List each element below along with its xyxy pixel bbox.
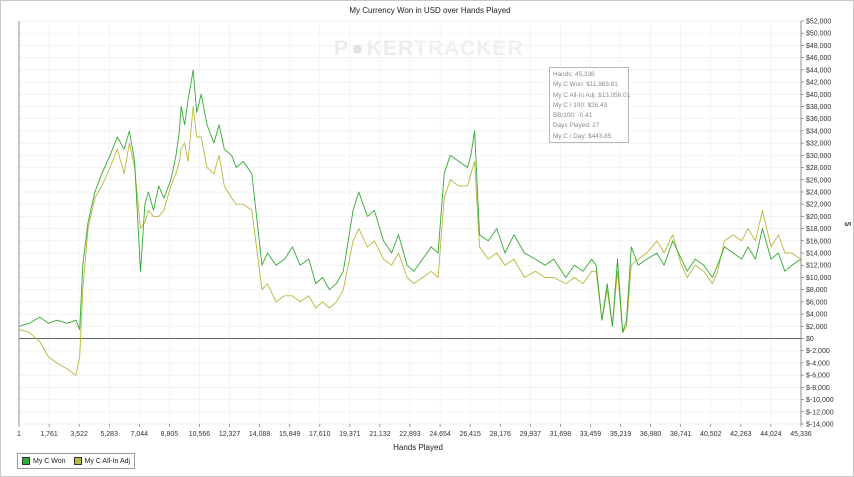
watermark-part1: P [334, 37, 349, 60]
y-tick-label: $40,000 [806, 92, 831, 99]
x-tick-label: 38,741 [670, 431, 692, 438]
y-tick-label: $30,000 [806, 153, 831, 160]
x-tick-label: 1,761 [40, 431, 58, 438]
y-tick-label: $44,000 [806, 67, 831, 74]
tooltip-perday: My C / Day: $443.85 [553, 132, 612, 140]
y-tick-label: $4,000 [806, 312, 828, 319]
legend-swatch-allin [73, 457, 82, 465]
tooltip-per100: My C / 100: $26.43 [553, 101, 607, 109]
x-tick-label: 24,654 [429, 431, 451, 438]
y-tick-label: $-10,000 [806, 397, 834, 404]
x-tick-label: 19,371 [339, 431, 361, 438]
watermark-part2: KER [367, 37, 414, 60]
y-tick-label: $18,000 [806, 226, 831, 233]
tooltip-box: Hands: 45,336 My C Won: $11,983.81 My C … [549, 67, 631, 143]
y-tick-label: $46,000 [806, 55, 831, 62]
x-tick-label: 10,566 [189, 431, 211, 438]
y-tick-label: $14,000 [806, 251, 831, 258]
y-axis: $-14,000 $-12,000 $-10,000 $-8,000 $-6,000 $-… [801, 19, 834, 429]
y-tick-label: $22,000 [806, 202, 831, 209]
x-tick-label: 29,937 [520, 431, 542, 438]
y-tick-label: $0 [806, 336, 814, 343]
watermark: P●KERTRACKER [334, 37, 524, 60]
legend-label-won: My C Won [33, 457, 66, 465]
x-tick-label: 31,698 [550, 431, 572, 438]
y-tick-label: $12,000 [806, 263, 831, 270]
y-tick-label: $42,000 [806, 80, 831, 87]
x-tick-label: 21,132 [369, 431, 391, 438]
y-tick-label: $-2,000 [806, 348, 830, 355]
y-tick-label: $20,000 [806, 214, 831, 221]
x-tick-label: 36,980 [640, 431, 662, 438]
x-tick-label: 42,263 [730, 431, 752, 438]
x-axis-label: Hands Played [393, 443, 443, 452]
y-tick-label: $-4,000 [806, 360, 830, 367]
chart-svg: P●KERTRACKER My Currency Won in USD over… [17, 6, 852, 452]
x-axis: 1 1,761 3,522 5,283 7,044 8,805 10,566 12,327 14… [17, 424, 812, 438]
x-tick-label: 28,176 [490, 431, 512, 438]
y-tick-label: $8,000 [806, 287, 828, 294]
x-tick-label: 26,415 [459, 431, 481, 438]
y-tick-label: $38,000 [806, 104, 831, 111]
legend-swatch-won [22, 457, 30, 465]
chart-title: My Currency Won in USD over Hands Played [349, 6, 510, 15]
x-tick-label: 17,610 [309, 431, 331, 438]
y-tick-label: $2,000 [806, 324, 828, 331]
watermark-part3: TRACKER [414, 37, 524, 60]
x-tick-label: 7,044 [131, 431, 149, 438]
legend-item-allin[interactable]: My C All-In Adj [73, 457, 131, 465]
x-tick-label: 12,327 [219, 431, 241, 438]
tooltip-won: My C Won: $11,983.81 [553, 81, 618, 89]
x-tick-label: 1 [17, 431, 21, 438]
y-axis-label: $ [843, 222, 852, 227]
x-tick-label: 15,849 [279, 431, 301, 438]
y-tick-label: $26,000 [806, 177, 831, 184]
y-tick-label: $50,000 [806, 31, 831, 38]
tooltip-hands: Hands: 45,336 [553, 71, 595, 78]
y-tick-label: $52,000 [806, 19, 831, 26]
y-tick-label: $-8,000 [806, 385, 830, 392]
grid [18, 20, 802, 425]
x-tick-label: 45,336 [790, 431, 812, 438]
y-tick-label: $48,000 [806, 43, 831, 50]
x-tick-label: 33,459 [580, 431, 602, 438]
legend: My C Won My C All-In Adj [17, 453, 136, 469]
y-tick-label: $6,000 [806, 299, 828, 306]
x-tick-label: 5,283 [100, 431, 118, 438]
legend-item-won[interactable]: My C Won [22, 457, 66, 465]
x-tick-label: 35,219 [610, 431, 632, 438]
x-tick-label: 14,088 [249, 431, 271, 438]
x-tick-label: 3,522 [70, 431, 88, 438]
tooltip-days: Days Played: 27 [553, 122, 600, 130]
tooltip-allin: My C All-In Adj: $13,056.01 [553, 91, 631, 99]
y-tick-label: $34,000 [806, 128, 831, 135]
y-tick-label: $-12,000 [806, 409, 834, 416]
y-tick-label: $24,000 [806, 189, 831, 196]
y-tick-label: $36,000 [806, 116, 831, 123]
x-tick-label: 44,024 [760, 431, 782, 438]
y-tick-label: $-14,000 [806, 422, 834, 429]
legend-label-allin: My C All-In Adj [84, 457, 131, 465]
y-tick-label: $28,000 [806, 165, 831, 172]
x-tick-label: 22,893 [399, 431, 421, 438]
y-tick-label: $-6,000 [806, 373, 830, 380]
x-tick-label: 40,502 [700, 431, 722, 438]
y-tick-label: $32,000 [806, 141, 831, 148]
y-tick-label: $16,000 [806, 238, 831, 245]
tooltip-bb100: BB/100: -0.41 [553, 112, 593, 120]
y-tick-label: $10,000 [806, 275, 831, 282]
x-tick-label: 8,805 [161, 431, 179, 438]
